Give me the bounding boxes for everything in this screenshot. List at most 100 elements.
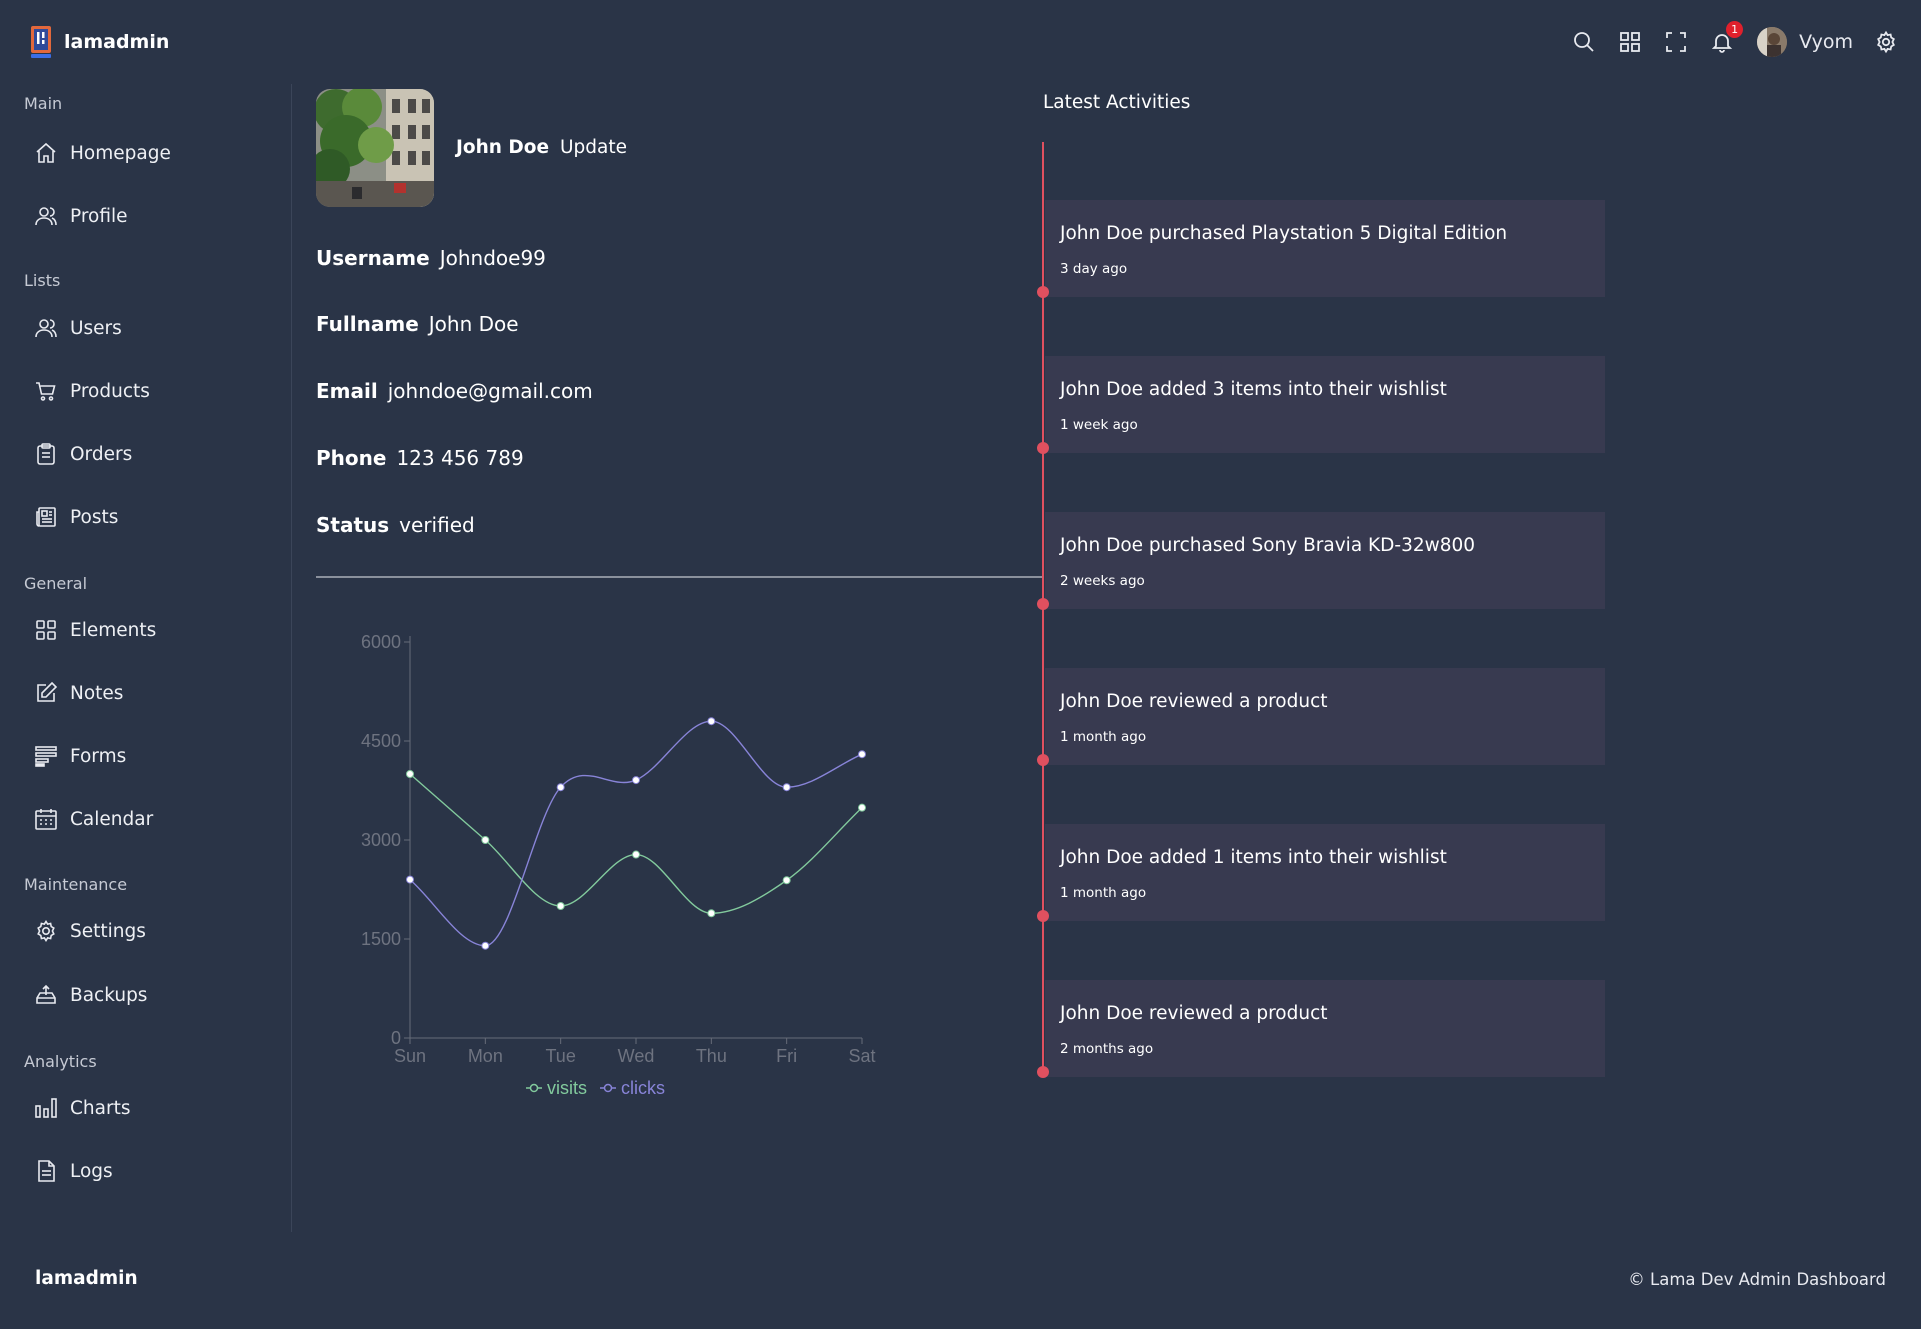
x-tick-label: Mon xyxy=(468,1046,503,1066)
sidebar-item-notes[interactable]: Notes xyxy=(34,678,123,708)
activity-time: 1 month ago xyxy=(1060,729,1147,745)
sidebar-item-logs[interactable]: Logs xyxy=(34,1156,113,1186)
x-tick-label: Wed xyxy=(618,1046,655,1066)
data-point-clicks xyxy=(858,750,866,759)
field-value: Johndoe99 xyxy=(439,246,546,270)
x-tick-label: Sun xyxy=(394,1046,426,1066)
sidebar-item-profile[interactable]: Profile xyxy=(34,201,128,231)
gear-icon[interactable] xyxy=(1873,29,1899,55)
y-tick-label: 0 xyxy=(391,1028,401,1048)
sidebar-item-label: Logs xyxy=(70,1160,113,1182)
timeline-dot xyxy=(1037,442,1049,454)
x-tick-label: Fri xyxy=(776,1046,797,1066)
data-point-visits xyxy=(556,902,565,910)
activity-time: 1 month ago xyxy=(1060,885,1147,901)
legend-label: clicks xyxy=(621,1078,665,1098)
notification-bell[interactable]: 1 xyxy=(1709,21,1744,55)
activity-card: John Doe reviewed a product 2 months ago xyxy=(1045,980,1605,1077)
log-file-icon xyxy=(38,1160,55,1182)
avatar[interactable] xyxy=(1757,27,1788,57)
data-point-visits xyxy=(481,836,490,844)
data-point-visits xyxy=(707,909,716,918)
activity-text: John Doe purchased Playstation 5 Digital… xyxy=(1060,223,1508,244)
activity-card: John Doe added 3 items into their wishli… xyxy=(1045,356,1605,453)
y-tick-label: 4500 xyxy=(361,731,401,751)
sidebar-item-label: Products xyxy=(70,380,150,402)
sidebar-item-label: Notes xyxy=(70,682,124,704)
sidebar-item-settings[interactable]: Settings xyxy=(34,916,146,946)
user-menu[interactable]: Vyom xyxy=(1757,27,1853,57)
field-value: johndoe@gmail.com xyxy=(387,379,593,403)
legend-label: visits xyxy=(547,1078,587,1098)
forms-icon xyxy=(35,746,57,767)
sidebar-item-users[interactable]: Users xyxy=(34,313,122,343)
line-chart: 0 1500 3000 4500 6000 Sun Mon Tue Wed Thu Fri Sat vi… xyxy=(361,632,876,1098)
activity-text: John Doe purchased Sony Bravia KD-32w800 xyxy=(1060,535,1476,556)
field-key: Status xyxy=(316,513,390,537)
sidebar-item-label: Elements xyxy=(70,619,157,641)
home-icon xyxy=(36,142,56,163)
timeline-dot xyxy=(1037,910,1049,922)
app-logo[interactable]: lamadmin xyxy=(30,24,169,60)
apps-grid-icon[interactable] xyxy=(1617,29,1643,55)
sidebar-item-orders[interactable]: Orders xyxy=(34,439,132,469)
profile-field-status: Status verified xyxy=(316,513,475,537)
newspaper-icon xyxy=(36,507,56,527)
top-bar: lamadmin 1 Vyom xyxy=(0,0,1921,84)
data-point-clicks xyxy=(782,783,791,792)
profile-photo xyxy=(316,89,434,207)
activity-time: 3 day ago xyxy=(1060,261,1128,277)
sidebar-item-label: Charts xyxy=(70,1097,131,1119)
sidebar-item-label: Calendar xyxy=(70,808,154,830)
data-point-clicks xyxy=(707,717,716,726)
data-point-visits xyxy=(858,803,866,812)
sidebar-item-label: Forms xyxy=(70,745,127,767)
user-icon xyxy=(35,207,57,226)
sidebar-section-general: General xyxy=(24,574,88,593)
y-tick-label: 3000 xyxy=(361,830,401,850)
clipboard-icon xyxy=(37,443,55,465)
sidebar-item-posts[interactable]: Posts xyxy=(34,502,118,532)
activity-text: John Doe reviewed a product xyxy=(1060,691,1328,712)
profile-field-phone: Phone 123 456 789 xyxy=(316,446,524,470)
field-value: verified xyxy=(399,513,475,537)
field-key: Username xyxy=(316,246,430,270)
update-button[interactable]: Update xyxy=(560,137,627,158)
profile-field-username: Username Johndoe99 xyxy=(316,246,546,270)
activities-title: Latest Activities xyxy=(1043,92,1191,113)
sidebar-section-lists: Lists xyxy=(24,271,61,290)
activity-text: John Doe added 1 items into their wishli… xyxy=(1060,847,1447,868)
sidebar: Main Homepage Profile Lists Users Produc… xyxy=(0,84,292,1232)
sidebar-item-elements[interactable]: Elements xyxy=(34,615,156,645)
sidebar-item-calendar[interactable]: Calendar xyxy=(34,804,153,834)
activity-card: John Doe added 1 items into their wishli… xyxy=(1045,824,1605,921)
legend-marker-dot xyxy=(529,1083,539,1093)
series-line-visits xyxy=(409,773,863,914)
sidebar-item-label: Homepage xyxy=(70,142,171,164)
sidebar-item-products[interactable]: Products xyxy=(34,376,150,406)
user-name: Vyom xyxy=(1799,31,1853,53)
timeline-dot xyxy=(1037,286,1049,298)
cart-icon xyxy=(36,382,56,401)
field-value: John Doe xyxy=(428,312,519,336)
timeline-dot xyxy=(1037,1066,1049,1078)
sidebar-section-main: Main xyxy=(24,94,63,113)
data-point-clicks xyxy=(481,941,490,950)
edit-icon xyxy=(37,681,58,702)
fullscreen-icon[interactable] xyxy=(1663,29,1689,55)
backup-icon xyxy=(36,984,56,1004)
sidebar-item-backups[interactable]: Backups xyxy=(34,980,147,1010)
y-tick-label: 1500 xyxy=(361,929,401,949)
logo-text: lamadmin xyxy=(64,31,170,53)
calendar-icon xyxy=(35,809,57,830)
search-icon[interactable] xyxy=(1571,29,1597,55)
sidebar-item-forms[interactable]: Forms xyxy=(34,741,126,771)
sidebar-item-charts[interactable]: Charts xyxy=(34,1093,130,1123)
profile-field-email: Email johndoe@gmail.com xyxy=(316,379,593,403)
sidebar-item-label: Posts xyxy=(70,506,119,528)
legend-marker-dot xyxy=(603,1083,613,1093)
timeline-dot xyxy=(1037,754,1049,766)
sidebar-item-homepage[interactable]: Homepage xyxy=(34,138,171,168)
data-point-visits xyxy=(406,770,414,778)
field-key: Fullname xyxy=(316,312,419,336)
